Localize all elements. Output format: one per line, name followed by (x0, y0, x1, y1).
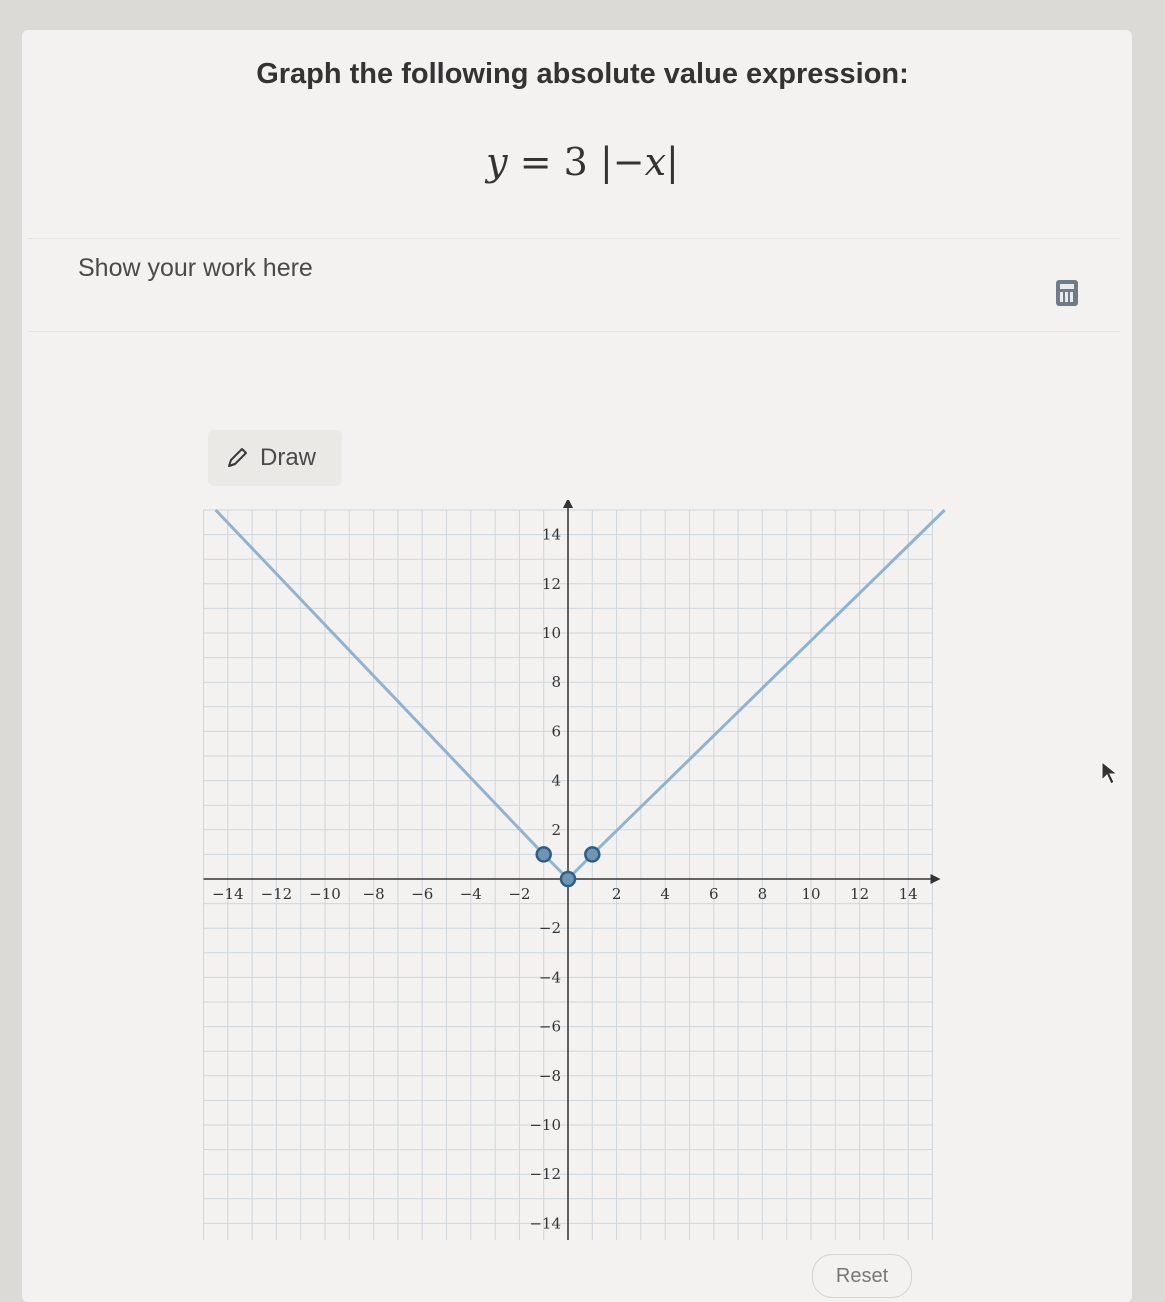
coordinate-graph[interactable]: −14 −12 −10 −8 −6 −4 −2 2 4 6 8 10 12 14 14 12 10 8 6 4 2 −2 −… (200, 500, 950, 1240)
y-tick-label: 8 (551, 673, 561, 691)
calculator-icon[interactable] (1056, 280, 1078, 306)
x-tick-label: −4 (460, 885, 482, 903)
x-tick-label: 8 (758, 885, 768, 903)
graph-area[interactable]: −14 −12 −10 −8 −6 −4 −2 2 4 6 8 10 12 14 14 12 10 8 6 4 2 −2 −… (200, 500, 950, 1240)
equation-inner: −x (612, 140, 667, 184)
x-axis-arrow-icon (930, 874, 941, 884)
work-area[interactable] (28, 238, 1120, 332)
y-tick-label: −12 (529, 1165, 561, 1183)
y-tick-label: 10 (542, 624, 561, 642)
equation: y = 3 |−x| (0, 140, 1165, 184)
y-tick-label: 14 (542, 526, 561, 544)
equation-coefficient: 3 (563, 140, 588, 184)
graph-point[interactable] (535, 846, 552, 863)
draw-button[interactable]: Draw (208, 430, 342, 486)
y-tick-label: 4 (551, 772, 561, 790)
abs-bar-left: | (599, 140, 613, 184)
calculator-screen (1060, 284, 1074, 289)
question-title: Graph the following absolute value expre… (256, 58, 909, 90)
x-tick-label: −14 (212, 885, 244, 903)
pencil-icon (228, 448, 247, 467)
y-tick-label: −14 (529, 1214, 561, 1232)
y-tick-label: −2 (539, 919, 561, 937)
x-tick-label: −2 (508, 885, 530, 903)
x-tick-label: 12 (850, 885, 869, 903)
x-tick-label: 4 (660, 885, 670, 903)
abs-bar-right: | (666, 140, 679, 184)
y-tick-label: −4 (539, 968, 561, 986)
y-axis-arrow-icon (563, 500, 573, 508)
reset-button[interactable]: Reset (812, 1254, 912, 1298)
y-tick-label: −6 (539, 1018, 561, 1036)
graph-point[interactable] (584, 846, 601, 863)
graph-point[interactable] (559, 870, 577, 888)
x-tick-label: 10 (801, 885, 820, 903)
y-tick-label: −8 (539, 1067, 561, 1085)
x-tick-label: −10 (309, 885, 341, 903)
x-tick-label: 2 (612, 885, 622, 903)
x-tick-label: −8 (363, 885, 385, 903)
x-tick-label: 14 (899, 885, 918, 903)
mouse-cursor-icon (1101, 760, 1119, 785)
y-tick-label: 6 (551, 722, 561, 740)
x-tick-label: −6 (411, 885, 433, 903)
calculator-keys (1060, 292, 1074, 302)
equation-lhs: y (486, 140, 508, 184)
y-tick-label: 12 (542, 575, 561, 593)
y-tick-label: −10 (529, 1116, 561, 1134)
draw-label: Draw (260, 444, 317, 471)
y-tick-label: 2 (551, 821, 561, 839)
equation-equals: = (519, 140, 552, 184)
x-tick-label: −12 (261, 885, 293, 903)
work-label: Show your work here (78, 254, 313, 282)
x-tick-label: 6 (709, 885, 719, 903)
